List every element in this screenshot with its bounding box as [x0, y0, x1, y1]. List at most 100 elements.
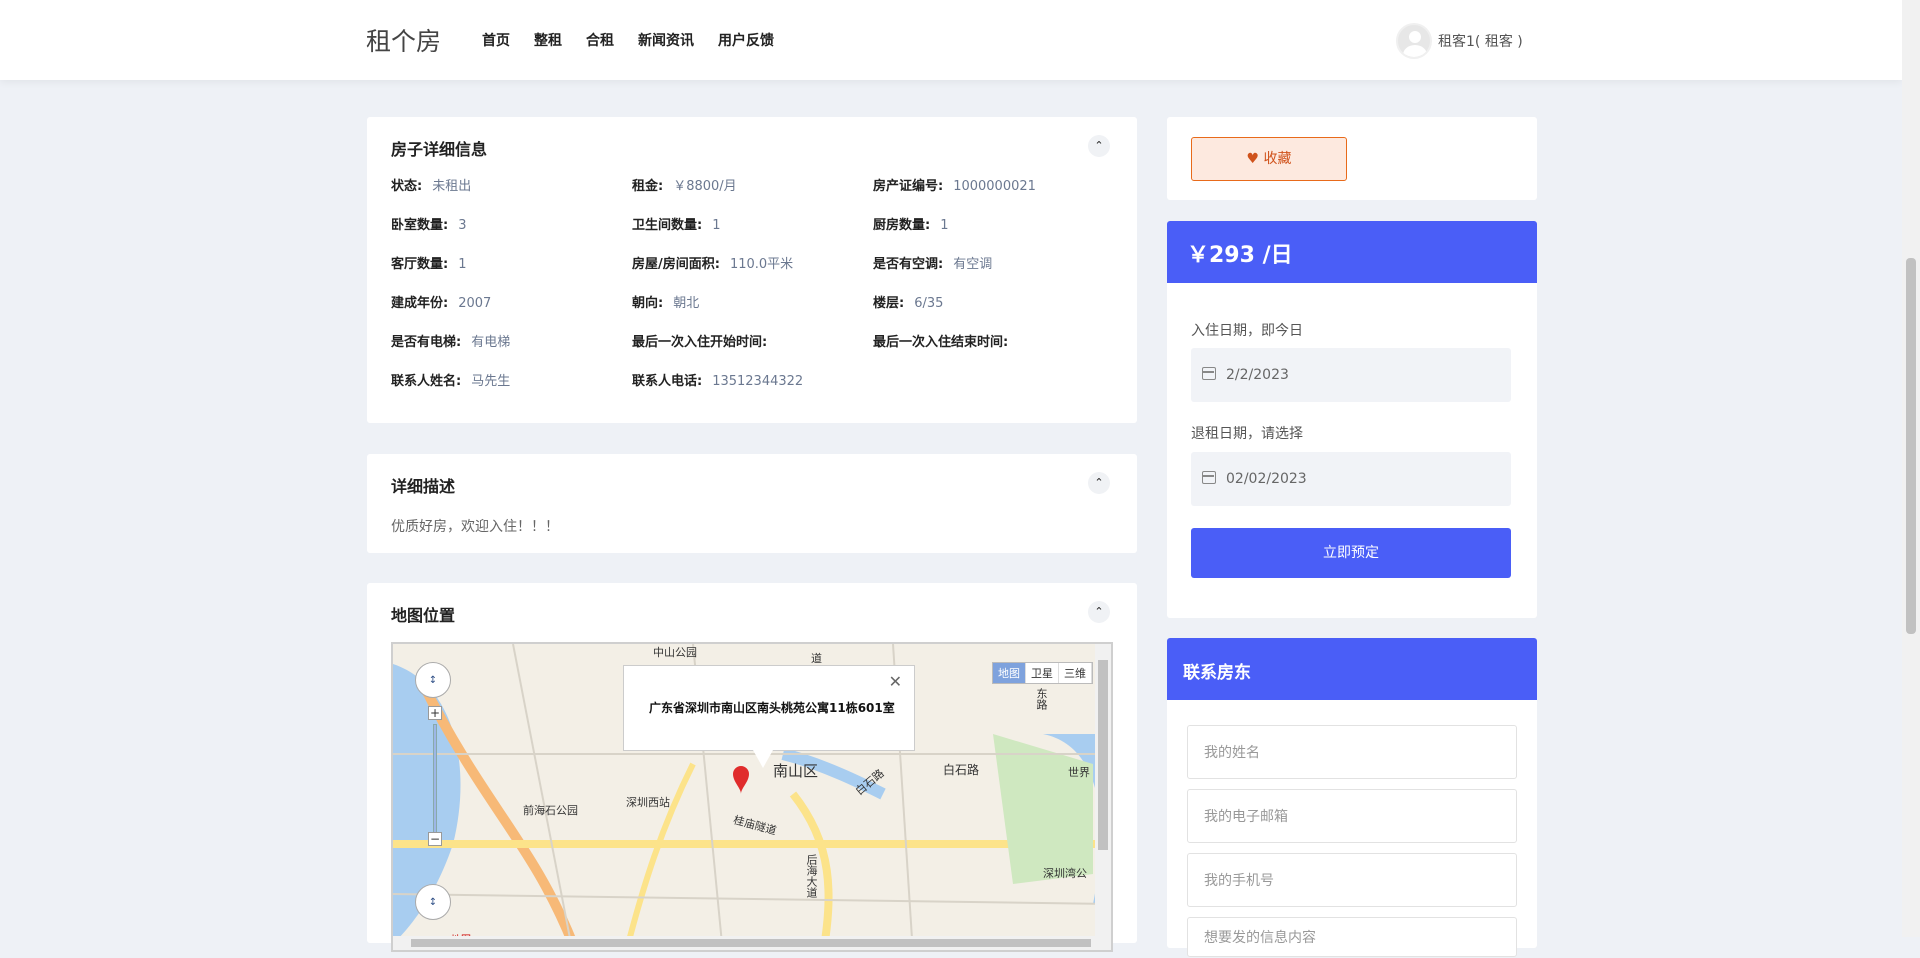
close-icon[interactable]: ✕ — [889, 672, 902, 691]
detail-value: 1 — [458, 257, 467, 272]
popup-address: 广东省深圳市南山区南头桃苑公寓11栋601室 — [649, 701, 895, 715]
map-type-map[interactable]: 地图 — [993, 663, 1026, 683]
detail-key: 联系人电话: — [632, 374, 703, 389]
favorite-button[interactable]: ♥ 收藏 — [1191, 137, 1347, 181]
nav-whole-rent[interactable]: 整租 — [534, 30, 562, 50]
booking-card: ￥293 /日 入住日期，即今日 2/2/2023 退租日期，请选择 02/02… — [1167, 221, 1537, 618]
detail-key: 是否有空调: — [873, 257, 944, 272]
scroll-thumb[interactable] — [1098, 660, 1108, 850]
map-card: 地图位置 ⌃ 南山区 白石路 深圳西站 前海石公园 桂庙隧道 后海大道 深圳湾公… — [367, 583, 1137, 952]
detail-value: 110.0平米 — [729, 257, 794, 272]
message-input[interactable]: 想要发的信息内容 — [1187, 917, 1517, 957]
card-title: 详细描述 — [391, 477, 456, 496]
name-input[interactable]: 我的姓名 — [1187, 725, 1517, 779]
nav-news[interactable]: 新闻资讯 — [638, 30, 694, 50]
detail-value: 1000000021 — [953, 179, 1036, 194]
baidu-map[interactable]: 南山区 白石路 深圳西站 前海石公园 桂庙隧道 后海大道 深圳湾公 世界 道 中… — [391, 642, 1113, 952]
detail-key: 朝向: — [632, 296, 664, 311]
zoom-in-button[interactable]: + — [428, 706, 442, 720]
nav-feedback[interactable]: 用户反馈 — [718, 30, 774, 50]
checkin-date-input[interactable]: 2/2/2023 — [1191, 348, 1511, 402]
chevron-up-icon[interactable]: ⌃ — [1088, 135, 1110, 157]
detail-value: 6/35 — [914, 296, 944, 311]
detail-key: 状态: — [391, 179, 423, 194]
price-header: ￥293 /日 — [1167, 221, 1537, 283]
chevron-up-icon[interactable]: ⌃ — [1088, 472, 1110, 494]
detail-key: 建成年份: — [391, 296, 449, 311]
detail-value: 马先生 — [471, 374, 511, 389]
detail-key: 联系人姓名: — [391, 374, 462, 389]
contact-card: 联系房东 我的姓名 我的电子邮箱 我的手机号 想要发的信息内容 — [1167, 638, 1537, 957]
popup-pointer — [753, 750, 773, 768]
detail-key: 最后一次入住结束时间: — [873, 335, 1009, 350]
detail-value: 1 — [712, 218, 721, 233]
detail-key: 楼层: — [873, 296, 905, 311]
map-label: 前海石公园 — [523, 804, 578, 817]
detail-grid: 状态: 未租出 租金: ￥8800/月 房产证编号: 1000000021 卧室数量:… — [391, 175, 1121, 409]
detail-value: 13512344322 — [712, 374, 804, 389]
detail-row: 是否有电梯: 有电梯 最后一次入住开始时间: 最后一次入住结束时间: — [391, 331, 1121, 370]
map-label: 东路 — [1035, 688, 1048, 710]
daily-price: ￥293 /日 — [1187, 243, 1293, 268]
user-name: 租客1( 租客 ) — [1438, 34, 1523, 50]
site-logo[interactable]: 租个房 — [366, 22, 441, 58]
description-card: 详细描述 ⌃ 优质好房，欢迎入住！！！ — [367, 454, 1137, 553]
map-vertical-scrollbar[interactable] — [1095, 644, 1111, 950]
heart-icon: ♥ — [1246, 151, 1260, 167]
contact-header: 联系房东 — [1167, 638, 1537, 700]
zoom-out-button[interactable]: − — [428, 832, 442, 846]
detail-value: ￥8800/月 — [673, 179, 737, 194]
main-nav: 首页 整租 合租 新闻资讯 用户反馈 — [482, 30, 798, 50]
detail-value: 有空调 — [953, 257, 993, 272]
favorite-label: 收藏 — [1263, 151, 1292, 167]
zoom-slider[interactable] — [433, 724, 437, 834]
map-label: 深圳西站 — [626, 796, 670, 809]
scroll-thumb[interactable] — [411, 939, 1091, 947]
chevron-up-icon[interactable]: ⌃ — [1088, 601, 1110, 623]
card-title: 房子详细信息 — [391, 140, 488, 159]
detail-value: 朝北 — [673, 296, 700, 311]
checkout-date-value: 02/02/2023 — [1226, 471, 1307, 487]
detail-key: 卫生间数量: — [632, 218, 703, 233]
detail-key: 客厅数量: — [391, 257, 449, 272]
map-label: 南山区 — [773, 762, 819, 780]
detail-value: 2007 — [458, 296, 492, 311]
book-now-button[interactable]: 立即预定 — [1191, 528, 1511, 578]
map-label: 后海大道 — [805, 854, 818, 898]
map-label: 世界 — [1068, 766, 1090, 779]
detail-key: 是否有电梯: — [391, 335, 462, 350]
map-type-switch: 地图 卫星 三维 — [992, 662, 1093, 684]
description-text: 优质好房，欢迎入住！！！ — [391, 519, 559, 535]
detail-key: 厨房数量: — [873, 218, 931, 233]
phone-input[interactable]: 我的手机号 — [1187, 853, 1517, 907]
map-label: 道 — [811, 652, 822, 665]
map-label: 中山公园 — [653, 646, 697, 659]
checkout-date-input[interactable]: 02/02/2023 — [1191, 452, 1511, 506]
map-type-satellite[interactable]: 卫星 — [1026, 663, 1059, 683]
map-pan-control-bottom[interactable]: ↕ — [415, 884, 451, 920]
detail-row: 卧室数量: 3 卫生间数量: 1 厨房数量: 1 — [391, 214, 1121, 253]
map-pan-control[interactable]: ↕ — [415, 662, 451, 698]
card-title: 地图位置 — [391, 606, 456, 625]
contact-title: 联系房东 — [1183, 663, 1251, 683]
house-detail-card: 房子详细信息 ⌃ 状态: 未租出 租金: ￥8800/月 房产证编号: 1000000… — [367, 117, 1137, 423]
detail-value: 3 — [458, 218, 467, 233]
detail-key: 房屋/房间面积: — [632, 257, 720, 272]
detail-row: 状态: 未租出 租金: ￥8800/月 房产证编号: 1000000021 — [391, 175, 1121, 214]
email-input[interactable]: 我的电子邮箱 — [1187, 789, 1517, 843]
detail-row: 建成年份: 2007 朝向: 朝北 楼层: 6/35 — [391, 292, 1121, 331]
user-menu[interactable]: 租客1( 租客 ) — [1396, 23, 1523, 59]
nav-home[interactable]: 首页 — [482, 30, 510, 50]
scroll-thumb[interactable] — [1906, 258, 1916, 634]
map-type-3d[interactable]: 三维 — [1059, 663, 1092, 683]
checkout-label: 退租日期，请选择 — [1191, 426, 1303, 442]
page-scrollbar[interactable] — [1902, 0, 1920, 937]
map-horizontal-scrollbar[interactable] — [393, 936, 1111, 950]
detail-row: 联系人姓名: 马先生 联系人电话: 13512344322 — [391, 370, 1121, 409]
nav-shared-rent[interactable]: 合租 — [586, 30, 614, 50]
avatar — [1396, 23, 1432, 59]
detail-value: 有电梯 — [471, 335, 511, 350]
checkin-date-value: 2/2/2023 — [1226, 367, 1289, 383]
detail-key: 最后一次入住开始时间: — [632, 335, 768, 350]
detail-key: 房产证编号: — [873, 179, 944, 194]
